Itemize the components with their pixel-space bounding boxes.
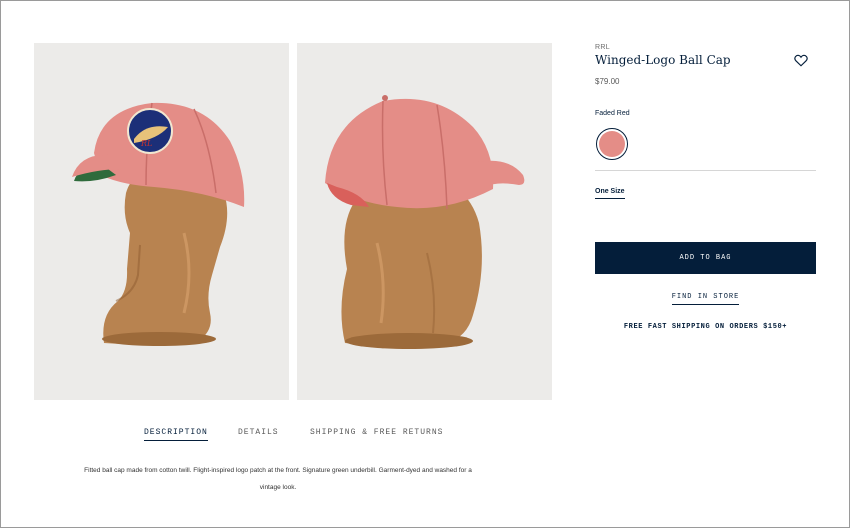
- product-description: Fitted ball cap made from cotton twill. …: [84, 467, 472, 491]
- heart-icon: [794, 54, 808, 67]
- favorite-heart-icon[interactable]: [794, 54, 808, 67]
- size-option-one-size[interactable]: One Size: [595, 188, 625, 199]
- product-title: Winged-Logo Ball Cap: [595, 53, 731, 67]
- color-label: Faded Red: [595, 110, 630, 117]
- options-divider: [595, 170, 816, 171]
- tab-details[interactable]: DETAILS: [238, 428, 279, 437]
- tab-shipping-returns[interactable]: SHIPPING & FREE RETURNS: [310, 428, 443, 437]
- svg-text:RL: RL: [140, 139, 152, 148]
- product-image-back[interactable]: [297, 43, 552, 400]
- cap-back-illustration: [297, 43, 552, 400]
- product-brand: RRL: [595, 44, 610, 51]
- shipping-promo-text: FREE FAST SHIPPING ON ORDERS $150+: [623, 323, 788, 331]
- product-info-tabs: DESCRIPTION DETAILS SHIPPING & FREE RETU…: [0, 428, 850, 444]
- tab-description[interactable]: DESCRIPTION: [144, 428, 208, 441]
- find-in-store-wrapper: FIND IN STORE: [595, 293, 816, 305]
- product-price: $79.00: [595, 77, 620, 86]
- product-image-front[interactable]: RL: [34, 43, 289, 400]
- cap-front-illustration: RL: [34, 43, 289, 400]
- find-in-store-link[interactable]: FIND IN STORE: [671, 293, 740, 305]
- add-to-bag-button[interactable]: ADD TO BAG: [595, 242, 816, 274]
- color-swatch-faded-red[interactable]: [596, 128, 628, 160]
- swatch-dot: [599, 131, 625, 157]
